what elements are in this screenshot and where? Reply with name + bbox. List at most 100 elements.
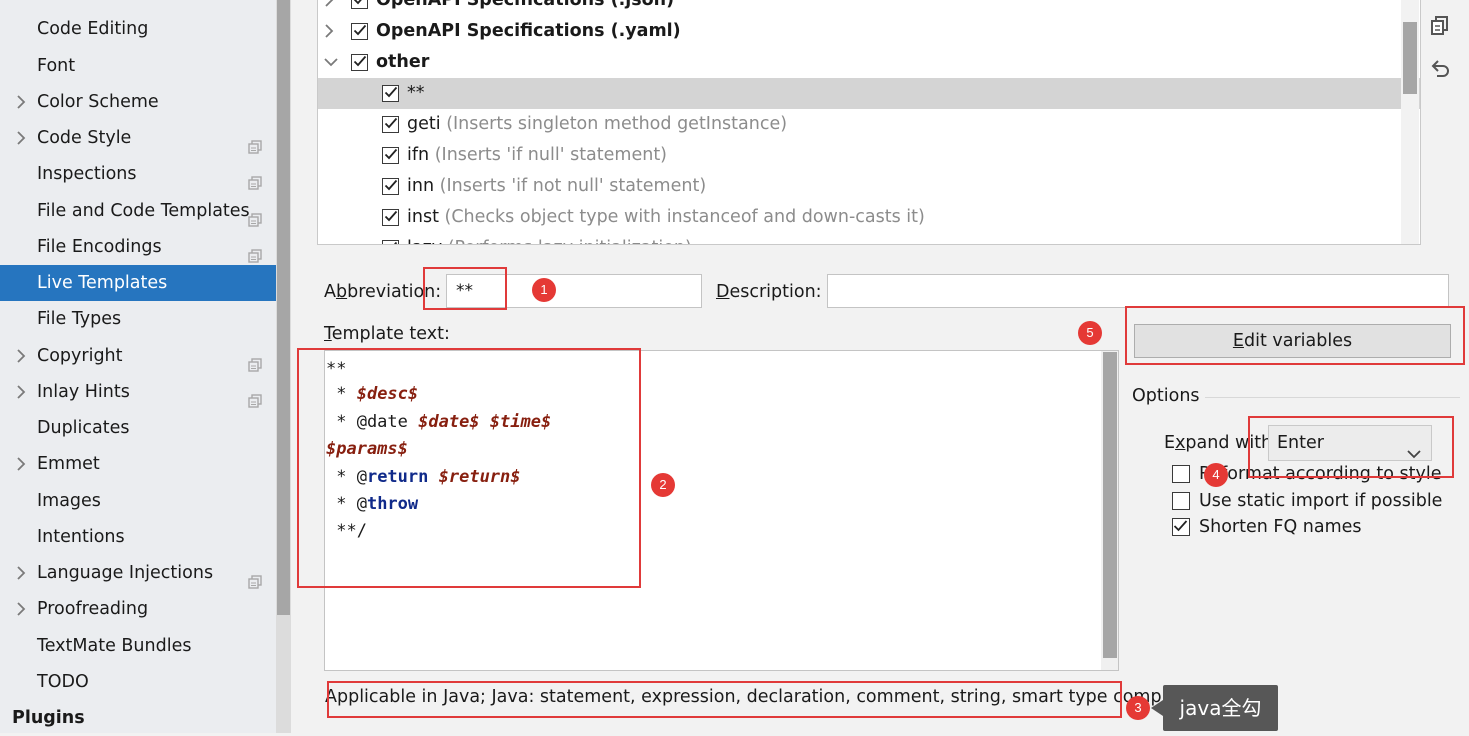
sidebar-item[interactable]: Proofreading [0,591,276,627]
sidebar-item-label: Font [37,56,76,76]
sidebar-item-label: Code Editing [37,19,149,39]
sidebar-item-label: Live Templates [37,273,168,293]
annotation-badge-4: 4 [1204,463,1228,487]
sidebar-item[interactable]: Color Scheme [0,84,276,120]
annotation-box-abbreviation [423,267,507,310]
template-abbreviation: ifn [407,145,430,165]
sidebar-item[interactable]: TODO [0,664,276,700]
sidebar-item-label: Proofreading [37,599,149,619]
template-abbreviation: ** [407,83,425,103]
template-row[interactable]: inst (Checks object type with instanceof… [318,202,1420,233]
project-scope-icon [248,240,262,263]
project-scope-icon [248,167,262,190]
checkbox-box[interactable] [1172,518,1190,536]
sidebar-item-label: TODO [37,672,89,692]
chevron-right-icon[interactable] [324,16,334,47]
checkbox-box[interactable] [1172,465,1190,483]
chevron-right-icon[interactable] [16,591,26,627]
template-checkbox[interactable] [382,116,399,133]
description-label: Description: [716,282,822,302]
chevron-right-icon[interactable] [16,555,26,591]
template-checkbox[interactable] [382,240,399,244]
sidebar-item-label: Plugins [12,708,85,728]
template-row[interactable]: inn (Inserts 'if not null' statement) [318,171,1420,202]
template-abbreviation: inn [407,176,435,196]
template-description: (Inserts 'if null' statement) [434,145,668,165]
chevron-right-icon[interactable] [16,446,26,482]
template-checkbox[interactable] [382,209,399,226]
sidebar-item[interactable]: Images [0,483,276,519]
sidebar-item[interactable]: Plugins [0,700,276,736]
template-row[interactable]: ** [318,78,1420,109]
sidebar-item-label: Code Style [37,128,132,148]
sidebar-item[interactable]: File and Code Templates [0,193,276,229]
template-abbreviation: lazy [407,238,442,244]
sidebar-item[interactable]: Font [0,48,276,84]
sidebar-item[interactable]: Intentions [0,519,276,555]
project-scope-icon [248,349,262,372]
project-scope-icon [248,385,262,408]
sidebar-item[interactable]: Live Templates [0,265,276,301]
sidebar-item[interactable]: File Encodings [0,229,276,265]
chevron-right-icon[interactable] [16,338,26,374]
options-title: Options [1132,386,1200,406]
sidebar-item-label: Language Injections [37,563,214,583]
sidebar-item-label: TextMate Bundles [37,636,192,656]
chevron-down-icon[interactable] [324,47,338,78]
sidebar-item-label: File and Code Templates [37,201,250,221]
undo-icon[interactable] [1429,58,1451,80]
sidebar-item[interactable]: Copyright [0,338,276,374]
chevron-right-icon[interactable] [324,0,334,16]
annotation-box-template-text [297,348,641,588]
sidebar-item[interactable]: Duplicates [0,410,276,446]
annotation-box-edit-variables [1125,306,1465,365]
chevron-right-icon[interactable] [16,84,26,120]
description-input[interactable] [827,274,1449,308]
group-label: OpenAPI Specifications (.json) [376,0,675,10]
template-description: (Performs lazy initialization) [448,238,692,244]
sidebar-scrollbar-thumb[interactable] [277,0,290,615]
sidebar-item[interactable]: Code Style [0,120,276,156]
annotation-badge-5: 5 [1078,321,1102,345]
editor-scrollbar-thumb[interactable] [1103,352,1117,658]
chevron-right-icon[interactable] [16,120,26,156]
sidebar-item-label: File Types [37,309,122,329]
checkbox-label: Use static import if possible [1199,491,1443,511]
group-checkbox[interactable] [351,54,368,71]
live-templates-tree: OpenAPI Specifications (.json) OpenAPI Sp… [317,0,1421,245]
sidebar-item-label: Color Scheme [37,92,159,112]
group-checkbox[interactable] [351,0,368,9]
template-description: (Checks object type with instanceof and … [444,207,925,227]
template-abbreviation: geti [407,114,441,134]
sidebar-item[interactable]: File Types [0,301,276,337]
sidebar-item[interactable]: Language Injections [0,555,276,591]
template-row[interactable]: geti (Inserts singleton method getInstan… [318,109,1420,140]
tree-group-row[interactable]: other [318,47,1420,78]
tree-group-row[interactable]: OpenAPI Specifications (.json) [318,0,1420,16]
template-description: (Inserts singleton method getInstance) [446,114,788,134]
sidebar-item[interactable]: Inlay Hints [0,374,276,410]
template-row[interactable]: lazy (Performs lazy initialization) [318,233,1420,244]
template-text-label: Template text: [324,324,450,344]
sidebar-item-label: Inlay Hints [37,382,130,402]
sidebar-item[interactable]: Inspections [0,156,276,192]
sidebar-item[interactable]: Code Editing [0,11,276,47]
sidebar-item[interactable]: TextMate Bundles [0,628,276,664]
template-checkbox[interactable] [382,147,399,164]
template-checkbox[interactable] [382,85,399,102]
annotation-badge-1: 1 [532,278,556,302]
sidebar-item-label: File Encodings [37,237,162,257]
template-description: (Inserts 'if not null' statement) [439,176,707,196]
group-checkbox[interactable] [351,23,368,40]
settings-sidebar: Code Editing Font Color Scheme Code Style In… [0,0,276,733]
template-checkbox[interactable] [382,178,399,195]
checkbox-box[interactable] [1172,492,1190,510]
sidebar-item-label: Copyright [37,346,123,366]
tree-scrollbar-thumb[interactable] [1403,22,1417,94]
sidebar-item[interactable]: Emmet [0,446,276,482]
tree-group-row[interactable]: OpenAPI Specifications (.yaml) [318,16,1420,47]
template-row[interactable]: ifn (Inserts 'if null' statement) [318,140,1420,171]
chevron-right-icon[interactable] [16,374,26,410]
project-scope-icon [248,204,262,227]
copy-icon[interactable] [1429,14,1451,36]
